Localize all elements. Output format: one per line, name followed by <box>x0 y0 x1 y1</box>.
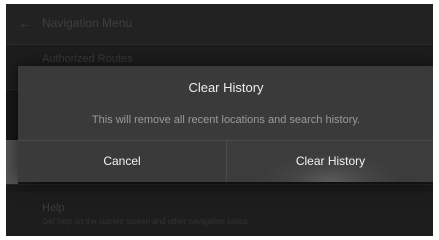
background-row-subtitle: Get help on the current screen and other… <box>42 217 248 226</box>
background-header: ← Navigation Menu <box>6 4 433 45</box>
clear-history-button[interactable]: Clear History <box>227 141 433 182</box>
background-page-title: Navigation Menu <box>42 16 133 30</box>
clear-history-dialog: Clear History This will remove all recen… <box>18 66 433 182</box>
dialog-title: Clear History <box>188 80 264 95</box>
dialog-message: This will remove all recent locations an… <box>91 114 361 126</box>
infotainment-screen: ← Navigation Menu Authorized Routes Help… <box>6 4 433 236</box>
background-selection-indicator <box>6 140 18 184</box>
background-row-help: Help Get help on the current screen and … <box>6 192 433 236</box>
back-arrow-icon: ← <box>18 15 32 31</box>
background-row-label: Authorized Routes <box>42 53 133 65</box>
cancel-button[interactable]: Cancel <box>18 141 226 182</box>
background-row-label: Help <box>42 202 65 214</box>
